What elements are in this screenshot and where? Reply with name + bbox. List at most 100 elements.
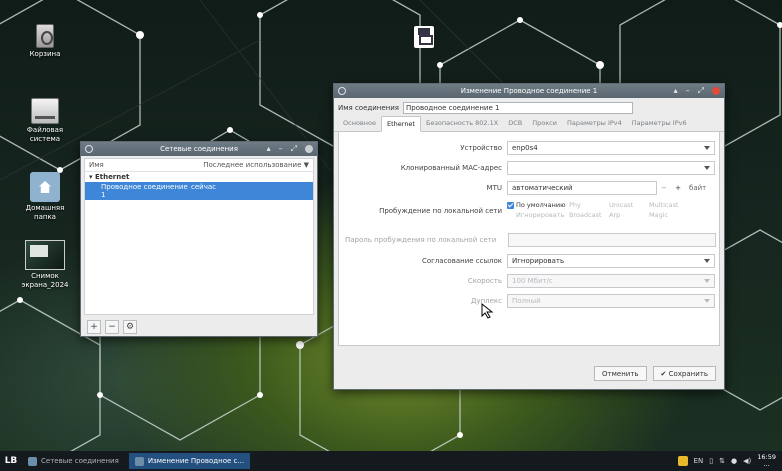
window-title: Изменение Проводное соединение 1: [460, 87, 598, 95]
wol-option-phy[interactable]: Phy: [569, 201, 609, 209]
tab-ethernet[interactable]: Ethernet: [380, 116, 421, 132]
list-item[interactable]: Проводное соединение 1 сейчас: [85, 182, 313, 200]
desktop-icon-trash[interactable]: Корзина: [17, 24, 73, 59]
tab-security-8021x[interactable]: Безопасность 802.1X: [421, 116, 503, 131]
column-header-name[interactable]: Имя: [89, 161, 104, 169]
link-negotiation-combo[interactable]: Игнорировать: [507, 254, 715, 268]
connection-last-used: сейчас: [191, 183, 216, 191]
desktop-icon-screenshot[interactable]: Снимок экрана_2024: [17, 240, 73, 290]
speed-combo[interactable]: 100 Мбит/с: [507, 274, 715, 288]
settings-tabs: Основное Ethernet Безопасность 802.1X DC…: [334, 116, 724, 132]
clipboard-icon[interactable]: ▯: [709, 457, 713, 465]
wol-option-arp[interactable]: Arp: [609, 211, 649, 219]
wol-option-unicast[interactable]: Unicast: [609, 201, 649, 209]
cloned-mac-combo[interactable]: [507, 161, 715, 175]
network-connections-window: Сетевые соединения ▴ – ⤢ Имя Последнее и…: [80, 141, 318, 337]
desktop-icon-home[interactable]: Домашняя папка: [17, 172, 73, 222]
link-negotiation-value: Игнорировать: [512, 257, 565, 265]
mtu-input[interactable]: автоматический: [507, 181, 657, 195]
checkbox-checked-icon: [507, 201, 514, 209]
tab-ipv4[interactable]: Параметры IPv4: [562, 116, 627, 131]
minimize-icon[interactable]: –: [279, 145, 283, 153]
wol-password-row: Пароль пробуждения по локальной сети: [339, 233, 719, 247]
keyboard-layout-indicator[interactable]: EN: [694, 457, 704, 465]
trash-icon: [36, 24, 54, 48]
wake-on-lan-row: Пробуждение по локальной сети По умолчан…: [339, 201, 719, 219]
column-header-last-used[interactable]: Последнее использование ▼: [203, 161, 309, 169]
system-tray: EN ▯ ⇅ ● ◀) 16:59 ...: [677, 454, 782, 468]
device-value: enp0s4: [512, 144, 538, 152]
edit-connection-window: Изменение Проводное соединение 1 ▴ – ⤢ И…: [333, 83, 725, 390]
save-file-icon: [414, 26, 434, 48]
duplex-value: Полный: [512, 297, 541, 305]
connection-name-label: Имя соединения: [338, 104, 400, 112]
wol-password-input[interactable]: [508, 233, 716, 247]
speed-label: Скорость: [467, 277, 502, 285]
link-negotiation-row: Согласование ссылок Игнорировать: [339, 254, 719, 268]
wol-password-label: Пароль пробуждения по локальной сети: [345, 236, 497, 244]
mtu-increment-button[interactable]: +: [671, 184, 685, 192]
chevron-down-icon: [704, 146, 710, 150]
chevron-down-icon: [704, 299, 710, 303]
connection-settings-button[interactable]: ⚙: [123, 320, 137, 334]
mtu-label: MTU: [486, 184, 502, 192]
duplex-combo[interactable]: Полный: [507, 294, 715, 308]
desktop-icon-label: Домашняя папка: [25, 204, 65, 221]
clock[interactable]: 16:59 ...: [757, 454, 776, 468]
keep-above-icon[interactable]: ▴: [267, 145, 271, 153]
speed-value: 100 Мбит/с: [512, 277, 553, 285]
close-icon[interactable]: [305, 145, 313, 153]
wol-option-broadcast[interactable]: Broadcast: [569, 211, 609, 219]
connection-name-input[interactable]: [403, 102, 634, 114]
group-ethernet[interactable]: ▾ Ethernet: [85, 172, 313, 182]
notification-icon[interactable]: [677, 456, 688, 466]
tab-dcb[interactable]: DCB: [503, 116, 527, 131]
start-menu-button[interactable]: LB: [0, 456, 22, 466]
network-status-icon[interactable]: ⇅: [719, 457, 725, 465]
taskbar-item-edit-connection[interactable]: Изменение Проводное с...: [128, 453, 251, 469]
clock-date: ...: [763, 460, 770, 468]
window-titlebar[interactable]: Сетевые соединения ▴ – ⤢: [81, 142, 317, 156]
option-label: По умолчанию: [516, 201, 566, 209]
desktop-icon-label: Файловая система: [26, 126, 64, 143]
speed-row: Скорость 100 Мбит/с: [339, 274, 719, 288]
remove-connection-button[interactable]: −: [105, 320, 119, 334]
mtu-row: MTU автоматический − + байт: [339, 181, 719, 195]
save-button[interactable]: ✔ Сохранить: [652, 366, 716, 381]
maximize-icon[interactable]: ⤢: [291, 145, 297, 153]
volume-icon[interactable]: ◀): [743, 457, 751, 465]
dialog-buttons: Отменить ✔ Сохранить: [594, 366, 716, 381]
taskbar-item-label: Изменение Проводное с...: [147, 457, 245, 465]
tab-ipv6[interactable]: Параметры IPv6: [627, 116, 692, 131]
ethernet-tab-panel: Устройство enp0s4 Клонированный MAC-адре…: [338, 132, 720, 346]
group-label: Ethernet: [94, 173, 130, 181]
wol-option-default[interactable]: По умолчанию: [507, 201, 569, 209]
mouse-pointer-icon: [481, 303, 494, 319]
connections-toolbar: + − ⚙: [81, 317, 317, 337]
device-combo[interactable]: enp0s4: [507, 141, 715, 155]
taskbar: LB Сетевые соединения Изменение Проводно…: [0, 451, 782, 471]
update-icon[interactable]: ●: [731, 457, 737, 465]
cloned-mac-label: Клонированный MAC-адрес: [400, 164, 502, 172]
desktop-icon-filesystem[interactable]: Файловая система: [17, 98, 73, 144]
window-titlebar[interactable]: Изменение Проводное соединение 1 ▴ – ⤢: [334, 84, 724, 98]
add-connection-button[interactable]: +: [87, 320, 101, 334]
wol-option-multicast[interactable]: Multicast: [649, 201, 689, 209]
close-icon[interactable]: [712, 87, 720, 95]
minimize-icon[interactable]: –: [686, 87, 690, 95]
wol-option-ignore[interactable]: Игнорировать: [507, 211, 569, 219]
network-icon: [85, 145, 93, 153]
connection-name: Проводное соединение 1: [101, 183, 188, 199]
wol-option-magic[interactable]: Magic: [649, 211, 689, 219]
taskbar-item-connections[interactable]: Сетевые соединения: [22, 453, 125, 469]
tab-general[interactable]: Основное: [338, 116, 381, 131]
desktop-icon-save[interactable]: [396, 26, 452, 50]
connections-list[interactable]: Имя Последнее использование ▼ ▾ Ethernet…: [84, 158, 314, 315]
cancel-button[interactable]: Отменить: [594, 366, 647, 381]
maximize-icon[interactable]: ⤢: [698, 87, 704, 95]
keep-above-icon[interactable]: ▴: [674, 87, 678, 95]
tab-proxy[interactable]: Прокси: [527, 116, 562, 131]
wake-on-lan-label: Пробуждение по локальной сети: [379, 207, 502, 215]
screenshot-file-icon: [25, 240, 65, 270]
mtu-decrement-button[interactable]: −: [657, 184, 671, 192]
